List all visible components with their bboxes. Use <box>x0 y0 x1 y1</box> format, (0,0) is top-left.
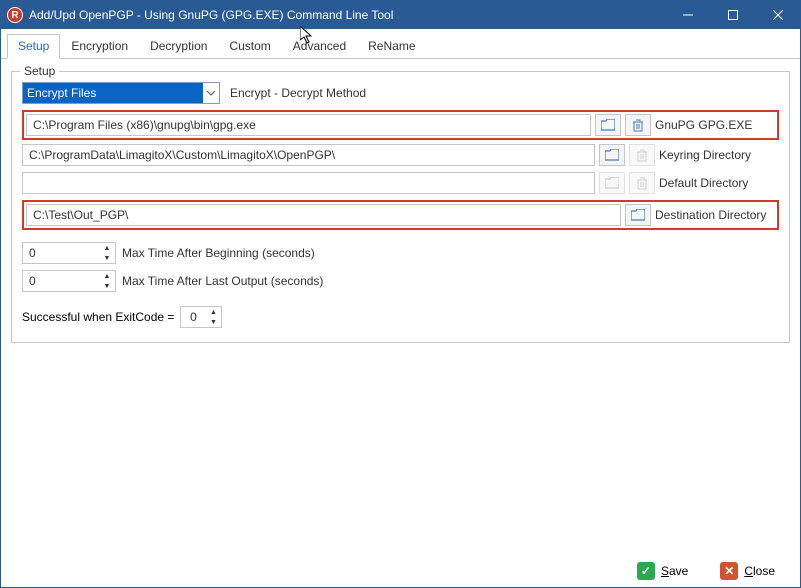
trash-icon <box>636 177 648 190</box>
spin-up-icon[interactable]: ▲ <box>99 243 115 253</box>
bottom-bar: ✓ Save ✕ Close <box>1 555 800 587</box>
tab-advanced[interactable]: Advanced <box>282 34 357 59</box>
exitcode-spinner[interactable]: 0 ▲ ▼ <box>180 306 222 328</box>
default-path-label: Default Directory <box>659 176 779 190</box>
method-combo-value: Encrypt Files <box>23 83 203 103</box>
dest-path-input[interactable] <box>26 204 621 226</box>
method-combo[interactable]: Encrypt Files <box>22 82 220 104</box>
maximize-button[interactable] <box>710 1 755 29</box>
browse-gpg-button[interactable] <box>595 114 621 136</box>
check-icon: ✓ <box>637 562 655 580</box>
tab-decryption[interactable]: Decryption <box>139 34 218 59</box>
trash-icon <box>636 149 648 162</box>
window-title: Add/Upd OpenPGP - Using GnuPG (GPG.EXE) … <box>29 8 665 22</box>
close-button[interactable]: ✕ Close <box>709 557 786 585</box>
app-icon: R <box>7 7 23 23</box>
browse-keyring-button[interactable] <box>599 144 625 166</box>
gpg-path-label: GnuPG GPG.EXE <box>655 118 775 132</box>
keyring-path-input[interactable] <box>22 144 595 166</box>
tab-setup[interactable]: Setup <box>7 34 60 59</box>
folder-icon <box>601 119 615 131</box>
close-button-label: Close <box>744 564 775 578</box>
spin-down-icon[interactable]: ▼ <box>99 281 115 291</box>
browse-default-button[interactable] <box>599 172 625 194</box>
tab-encryption[interactable]: Encryption <box>60 34 139 59</box>
max-time-last-label: Max Time After Last Output (seconds) <box>122 274 323 288</box>
keyring-path-label: Keyring Directory <box>659 148 779 162</box>
clear-default-button[interactable] <box>629 172 655 194</box>
titlebar: R Add/Upd OpenPGP - Using GnuPG (GPG.EXE… <box>1 1 800 29</box>
method-label: Encrypt - Decrypt Method <box>230 86 366 100</box>
spin-up-icon[interactable]: ▲ <box>99 271 115 281</box>
folder-icon <box>605 177 619 189</box>
gpg-path-input[interactable] <box>26 114 591 136</box>
folder-icon <box>605 149 619 161</box>
max-time-begin-label: Max Time After Beginning (seconds) <box>122 246 315 260</box>
trash-icon <box>632 119 644 132</box>
close-window-button[interactable] <box>755 1 800 29</box>
highlight-dest: Destination Directory <box>22 200 779 230</box>
group-label: Setup <box>20 64 59 78</box>
clear-gpg-button[interactable] <box>625 114 651 136</box>
tab-rename[interactable]: ReName <box>357 34 426 59</box>
save-button[interactable]: ✓ Save <box>626 557 699 585</box>
x-icon: ✕ <box>720 562 738 580</box>
tab-custom[interactable]: Custom <box>218 34 281 59</box>
chevron-down-icon <box>203 89 219 97</box>
save-button-label: Save <box>661 564 688 578</box>
max-time-last-value: 0 <box>23 272 99 290</box>
minimize-button[interactable] <box>665 1 710 29</box>
browse-dest-button[interactable] <box>625 204 651 226</box>
spin-down-icon[interactable]: ▼ <box>99 253 115 263</box>
spin-up-icon[interactable]: ▲ <box>205 307 221 317</box>
folder-icon <box>631 209 645 221</box>
content-area: Setup Encrypt Files Encrypt - Decrypt Me… <box>1 59 800 353</box>
default-path-input[interactable] <box>22 172 595 194</box>
dest-path-label: Destination Directory <box>655 208 775 222</box>
window-controls <box>665 1 800 29</box>
max-time-begin-spinner[interactable]: 0 ▲ ▼ <box>22 242 116 264</box>
setup-group: Setup Encrypt Files Encrypt - Decrypt Me… <box>11 71 790 343</box>
max-time-last-spinner[interactable]: 0 ▲ ▼ <box>22 270 116 292</box>
exitcode-label: Successful when ExitCode = <box>22 310 174 324</box>
max-time-begin-value: 0 <box>23 244 99 262</box>
clear-keyring-button[interactable] <box>629 144 655 166</box>
highlight-gpg: GnuPG GPG.EXE <box>22 110 779 140</box>
spin-down-icon[interactable]: ▼ <box>205 317 221 327</box>
tab-bar: Setup Encryption Decryption Custom Advan… <box>1 29 800 59</box>
exitcode-value: 0 <box>181 308 205 326</box>
